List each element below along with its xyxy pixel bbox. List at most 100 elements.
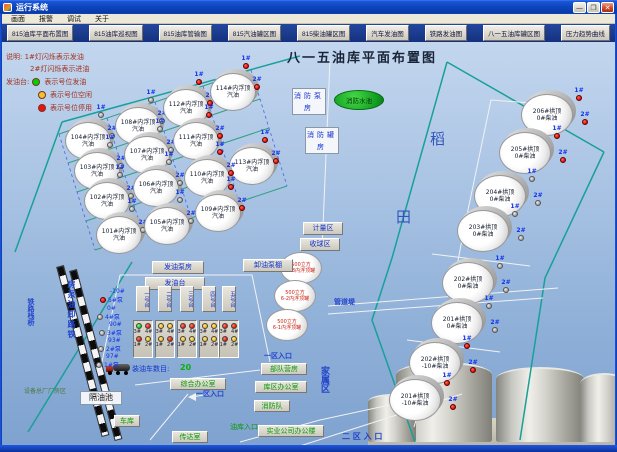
legend-line-1: 说明: 1#灯闪烁表示发油: [6, 51, 92, 63]
fire-tank-house-label: 消防罐房: [305, 127, 339, 154]
lamp-indicator-1#: 1#: [258, 129, 272, 143]
toolbar-button-2[interactable]: 815油库管输图: [159, 25, 212, 41]
status-drop-icon: [560, 157, 566, 163]
menu-item-3[interactable]: 关于: [88, 14, 116, 24]
lamp-indicator-1#: 1#: [525, 168, 539, 182]
lamp-labels: 3#4#: [220, 329, 239, 336]
lamp-indicator-2#: 2#: [556, 149, 570, 163]
dispensing-platform-header: 发油台: [145, 277, 205, 290]
pipeline-dike-label: 管道堤: [334, 297, 355, 307]
status-drop-icon: [97, 314, 103, 320]
status-drop-icon: [228, 184, 234, 190]
status-drop-icon: [497, 263, 503, 269]
lamp-indicator-2#: 2#: [514, 227, 528, 241]
lamp-indicator-1#: 1#: [103, 134, 117, 148]
photo-tank: [496, 367, 584, 442]
menu-bar: 画面报警调试关于: [0, 14, 617, 24]
truck-wheel: [116, 371, 120, 375]
legend: 说明: 1#灯闪烁表示发油 2#灯闪烁表示进油 发油台: 表示号位发油 表示号位…: [6, 51, 92, 114]
lamp-indicator-2#: 2#: [466, 359, 480, 373]
lamp-indicator-2#: 2#: [531, 192, 545, 206]
status-drop-icon: [96, 362, 102, 368]
toolbar-button-3[interactable]: 815汽油罐区图: [228, 25, 281, 41]
lamp-indicator-1#: 1#: [550, 125, 564, 139]
status-drop-icon: [217, 149, 223, 155]
equipment-factory-area-label: 设备总厂厂房区: [24, 386, 66, 395]
photo-tank: [580, 373, 615, 442]
lamp-indicator-1#: 1#: [508, 203, 522, 217]
lamp-indicator-1#: 1#: [493, 255, 507, 269]
status-drop-icon: [177, 180, 183, 186]
maximize-button[interactable]: ❐: [587, 2, 600, 13]
company-office-label: 实业公司办公楼: [258, 425, 324, 437]
toolbar-button-7[interactable]: 八一五油库罐区图: [483, 25, 545, 41]
lamp-indicator-2#: 2#: [446, 396, 460, 410]
pig-receiving-area-label: 收球区: [300, 238, 340, 251]
app-window: 运行系统 — ❐ ✕ 画面报警调试关于 815油库平面布置图815油库巡视图81…: [0, 0, 617, 452]
paddy-field-char-2: 田: [396, 206, 411, 227]
lamp-indicator-1#: 1#: [125, 198, 139, 212]
tank-body: 203#拱顶0#柴油: [457, 210, 509, 252]
toolbar-button-5[interactable]: 汽车发油图: [366, 25, 409, 41]
status-drop-icon: [273, 158, 279, 164]
railway-unloading-pump-house-label: 房泵油卸路铁: [66, 280, 77, 376]
gas-tank-13: 109#内浮顶汽油1#2#: [195, 194, 241, 232]
lamp-indicator-2#: 2#: [224, 162, 238, 176]
close-button[interactable]: ✕: [601, 2, 614, 13]
rail-pump-3#泵: 90#3#泵: [99, 321, 139, 337]
menu-item-1[interactable]: 报警: [32, 14, 60, 24]
status-drop-icon: [254, 84, 260, 90]
depot-office-label: 库区办公室: [255, 381, 307, 393]
menu-item-0[interactable]: 画面: [4, 14, 32, 24]
metering-area-label: 计量区: [303, 222, 343, 235]
zone1-entrance-label: 一区入口: [264, 351, 292, 361]
status-drop-icon: [492, 327, 498, 333]
reception-room-label: 传达室: [172, 431, 208, 443]
toolbar-button-6[interactable]: 铁路发油图: [425, 25, 468, 41]
status-drop-icon: [529, 176, 535, 182]
lamp-labels: 3#4#: [178, 329, 197, 336]
toolbar-button-1[interactable]: 815油库巡视图: [89, 25, 142, 41]
lamp-indicator-1#: 1#: [572, 87, 586, 101]
rail-pump-2#泵: 93#2#泵: [98, 337, 138, 353]
lamp-indicator-1#: 1#: [213, 141, 227, 155]
platform-2-name: 二号台: [158, 286, 172, 312]
status-drop-icon: [503, 287, 509, 293]
diesel-tank-3: 203#拱顶0#柴油1#2#: [457, 210, 509, 252]
minimize-button[interactable]: —: [573, 2, 586, 13]
unloading-pump-shed-label: 卸油泵棚: [243, 259, 293, 272]
status-drop-icon: [98, 112, 104, 118]
window-frame-bottom: [0, 445, 617, 452]
status-drop-icon: [98, 346, 104, 352]
status-drop-icon: [117, 172, 123, 178]
status-drop-icon: [217, 133, 223, 139]
toolbar-button-0[interactable]: 815油库平面布置图: [7, 25, 73, 41]
status-drop-icon: [464, 343, 470, 349]
lamp-labels: 1#2#: [178, 342, 197, 349]
status-drop-icon: [582, 119, 588, 125]
gas-tank-11: 101#内浮顶汽油1#2#: [96, 216, 142, 254]
rail-pump-5#泵: -10#5#泵: [100, 288, 140, 304]
small-tank-2: 500立方6-1内浮顶罐: [266, 309, 308, 341]
lamp-indicator-1#: 1#: [192, 71, 206, 85]
toolbar-button-4[interactable]: 815柴油罐区图: [297, 25, 350, 41]
dispensing-pump-house-label: 发油泵房: [152, 261, 204, 274]
toolbar-button-8[interactable]: 压力趋势曲线: [561, 25, 610, 41]
zone1-entrance-label-2: 一区入口: [196, 389, 224, 399]
status-drop-icon: [129, 206, 135, 212]
status-drop-icon: [554, 133, 560, 139]
rail-pump-1#泵: 97#1#泵: [96, 353, 136, 369]
lamp-indicator-1#: 1#: [460, 335, 474, 349]
lamp-labels: 1#2#: [156, 342, 175, 349]
legend-dot-yellow: [38, 91, 46, 99]
small-tank-1: 500立方6-2内浮顶罐: [274, 280, 316, 312]
truck-count-value: 20: [180, 363, 191, 372]
lamp-indicator-1#: 1#: [113, 164, 127, 178]
app-icon: [3, 3, 12, 12]
status-drop-icon: [100, 297, 106, 303]
page-title: 八一五油库平面布置图: [270, 47, 454, 66]
lamp-indicator-2#: 2#: [213, 125, 227, 139]
menu-item-2[interactable]: 调试: [60, 14, 88, 24]
status-drop-icon: [535, 200, 541, 206]
status-drop-icon: [486, 303, 492, 309]
